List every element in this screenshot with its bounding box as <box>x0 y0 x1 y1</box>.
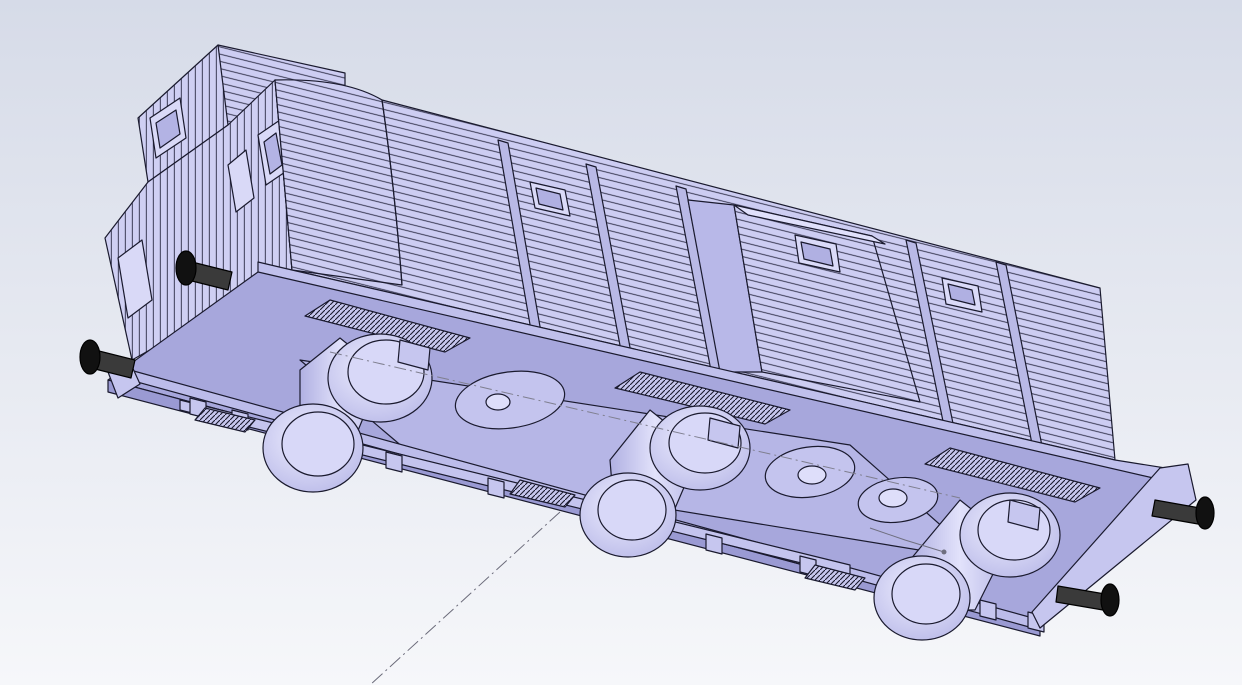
cad-viewport[interactable] <box>0 0 1242 685</box>
wheelset-2-hub-outer <box>597 479 667 541</box>
wheelset-3-hub-outer <box>891 563 961 625</box>
access-hole-3 <box>878 488 908 508</box>
sketch-point <box>941 549 947 555</box>
model-canvas[interactable] <box>0 0 1242 685</box>
wheelset-1-hub-outer <box>281 411 355 477</box>
access-hole-2 <box>797 465 827 485</box>
access-hole-1 <box>485 393 511 411</box>
